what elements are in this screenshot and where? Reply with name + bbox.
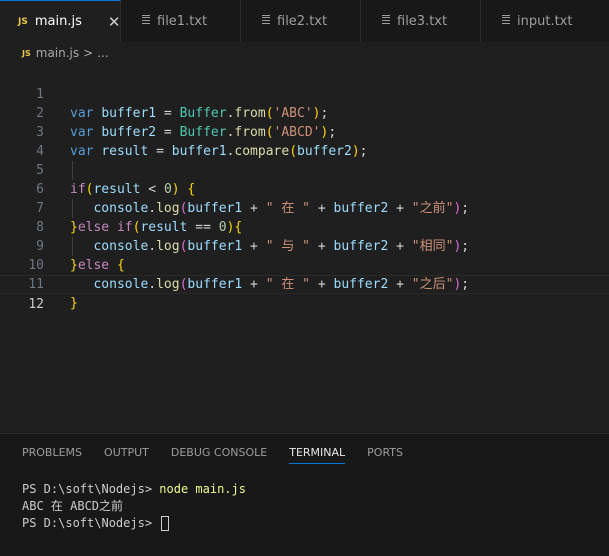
terminal-command: node main.js: [159, 482, 246, 496]
text-file-icon: [501, 15, 511, 27]
tab-problems[interactable]: PROBLEMS: [22, 434, 82, 472]
terminal-prompt: PS D:\soft\Nodejs>: [22, 482, 160, 496]
editor-tab-bar: JS main.js ✕ file1.txt file2.txt file3.t…: [0, 0, 609, 42]
code-line: 8 console.log(buffer1 + " 与 " + buffer2 …: [0, 199, 609, 254]
code-line: 10 console.log(buffer1 + " 在 " + buffer2…: [0, 237, 609, 292]
bottom-panel: PROBLEMS OUTPUT DEBUG CONSOLE TERMINAL P…: [0, 433, 609, 556]
javascript-file-icon: JS: [18, 16, 28, 27]
tab-label: main.js: [34, 14, 82, 29]
tab-label: file2.txt: [277, 13, 328, 29]
code-line: 7 }else if(result == 0){: [0, 180, 609, 235]
tab-terminal[interactable]: TERMINAL: [289, 434, 345, 472]
breadcrumb-file[interactable]: main.js: [36, 46, 79, 60]
chevron-right-icon: >: [83, 46, 94, 60]
tab-file3-txt[interactable]: file3.txt: [361, 0, 481, 42]
code-line: 1 var buffer1 = Buffer.from('ABC');: [0, 66, 609, 121]
terminal-line: PS D:\soft\Nodejs>: [22, 515, 246, 532]
terminal-line: ABC 在 ABCD之前: [22, 499, 124, 513]
tab-label: file3.txt: [397, 13, 448, 29]
tab-ports[interactable]: PORTS: [367, 434, 403, 472]
code-line-current: 12: [0, 275, 609, 312]
code-line: 5 if(result < 0) {: [0, 142, 609, 197]
tab-output[interactable]: OUTPUT: [104, 434, 149, 472]
tab-debug-console[interactable]: DEBUG CONSOLE: [171, 434, 267, 472]
tab-label: input.txt: [517, 13, 573, 29]
code-line: 3 var result = buffer1.compare(buffer2);: [0, 104, 609, 159]
text-file-icon: [261, 15, 271, 27]
tab-file1-txt[interactable]: file1.txt: [121, 0, 241, 42]
tab-main-js[interactable]: JS main.js ✕: [0, 0, 121, 42]
breadcrumb-symbols[interactable]: ...: [97, 46, 108, 60]
code-line: 11 }: [0, 256, 609, 311]
tab-file2-txt[interactable]: file2.txt: [241, 0, 361, 42]
close-icon[interactable]: ✕: [108, 13, 121, 31]
panel-tab-bar: PROBLEMS OUTPUT DEBUG CONSOLE TERMINAL P…: [0, 434, 609, 472]
terminal-line: PS D:\soft\Nodejs> node main.js: [22, 481, 246, 498]
javascript-file-icon: JS: [22, 48, 31, 58]
terminal-prompt: PS D:\soft\Nodejs>: [22, 516, 160, 530]
code-line: 6 console.log(buffer1 + " 在 " + buffer2 …: [0, 161, 609, 216]
tab-input-txt[interactable]: input.txt: [481, 0, 609, 42]
text-file-icon: [141, 15, 151, 27]
line-number: 12: [28, 297, 44, 312]
code-editor[interactable]: 1 var buffer1 = Buffer.from('ABC'); 2 va…: [0, 66, 609, 426]
tab-label: file1.txt: [157, 13, 208, 29]
code-line: 4: [0, 123, 609, 159]
code-line: 2 var buffer2 = Buffer.from('ABCD');: [0, 85, 609, 140]
breadcrumb: JS main.js > ...: [0, 42, 609, 64]
terminal-output[interactable]: PS D:\soft\Nodejs> node main.js ABC 在 AB…: [22, 481, 246, 532]
terminal-cursor: [161, 516, 170, 531]
code-text: }: [70, 296, 78, 311]
text-file-icon: [381, 15, 391, 27]
code-line: 9 }else {: [0, 218, 609, 273]
